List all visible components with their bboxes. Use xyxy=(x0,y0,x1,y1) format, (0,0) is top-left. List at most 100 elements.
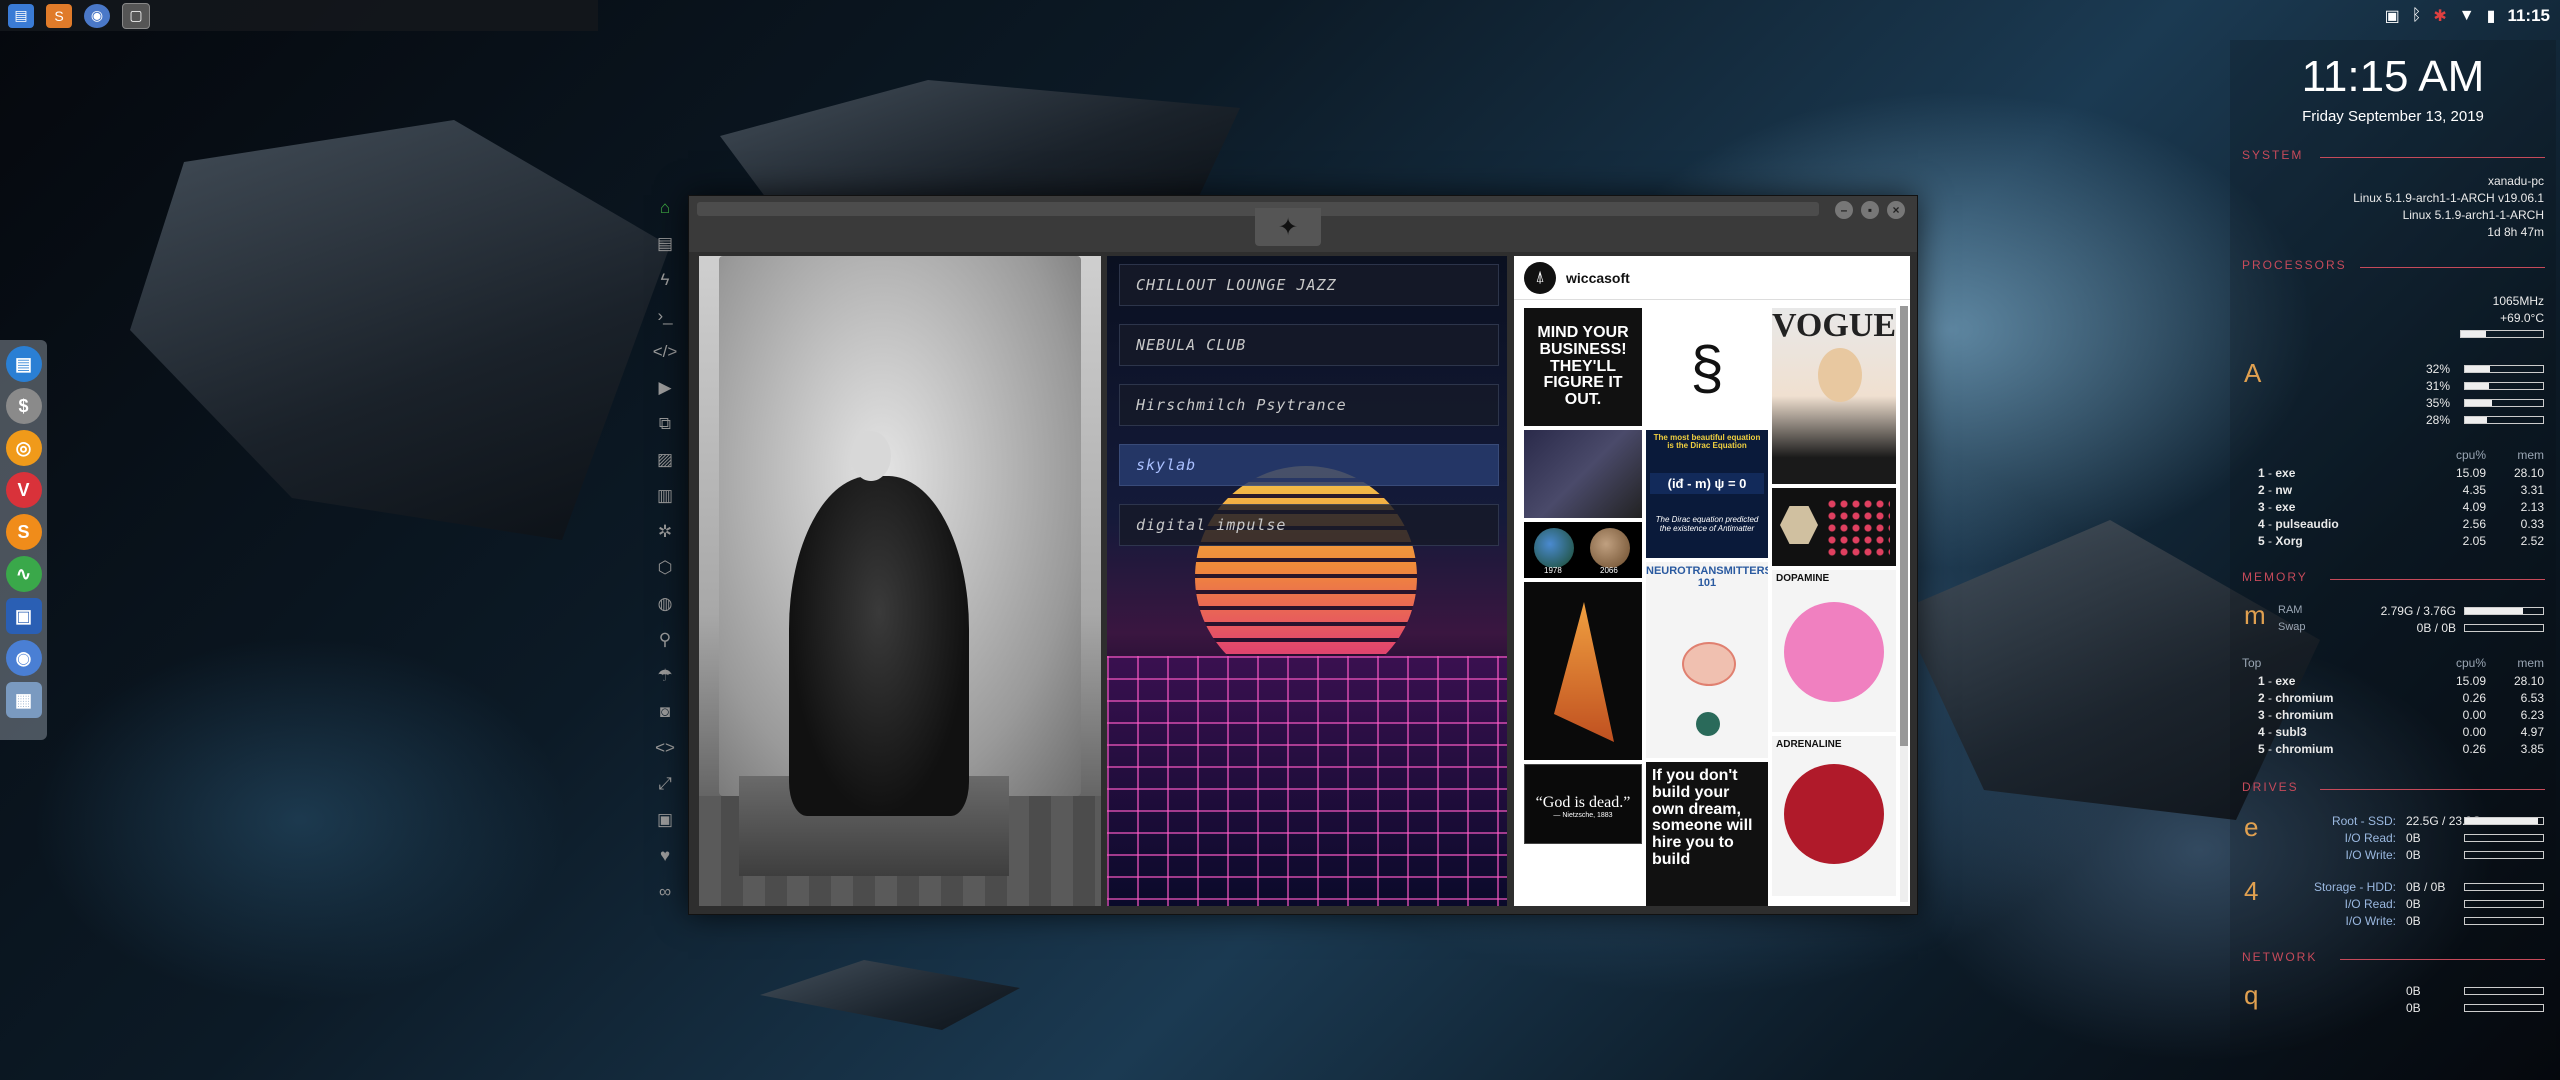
retro-sun xyxy=(1195,466,1417,688)
screenshot-icon[interactable]: ▣ xyxy=(5,598,42,634)
battery-icon[interactable]: ▮ xyxy=(2487,6,2496,26)
bug-icon[interactable]: ✱ xyxy=(2433,6,2446,26)
minimize-button[interactable]: – xyxy=(1835,201,1853,219)
code-brackets-icon[interactable]: <> xyxy=(652,735,678,761)
taskbar: ▤ S ◉ ▢ xyxy=(0,0,598,31)
processors-heading: PROCESSORS xyxy=(2242,258,2347,272)
post-protest[interactable] xyxy=(1524,430,1642,518)
station-nebula[interactable]: NEBULA CLUB xyxy=(1119,324,1499,366)
storage-write: 0B xyxy=(2406,914,2421,928)
umbrella-icon[interactable]: ☂ xyxy=(652,663,678,689)
station-digital-impulse[interactable]: digital impulse xyxy=(1119,504,1499,546)
neuro-node xyxy=(1696,712,1720,736)
vivaldi-icon[interactable]: V xyxy=(5,472,42,508)
home-icon[interactable]: ⌂ xyxy=(652,195,678,221)
network-divider xyxy=(2340,959,2545,960)
youtube-icon[interactable]: ▣ xyxy=(652,807,678,833)
post-snake-art[interactable]: § xyxy=(1646,308,1768,426)
core-4-fill xyxy=(2465,417,2487,423)
money-icon[interactable]: $ xyxy=(5,388,42,424)
terminal-icon[interactable]: ›_ xyxy=(652,303,678,329)
globe-icon[interactable]: ◍ xyxy=(652,591,678,617)
instagram-scrollbar-thumb[interactable] xyxy=(1900,306,1908,746)
post-mind-your-business[interactable]: MIND YOUR BUSINESS! THEY'LL FIGURE IT OU… xyxy=(1524,308,1642,426)
post-planets[interactable]: 1978 2066 xyxy=(1524,522,1642,578)
station-skylab[interactable]: skylab xyxy=(1119,444,1499,486)
app-grid-icon[interactable]: ▦ xyxy=(5,682,42,718)
cpu-temp: +69.0°C xyxy=(2500,311,2544,325)
dot-grid xyxy=(1826,498,1890,556)
system-monitor-icon[interactable]: ∿ xyxy=(5,556,42,592)
photo-panel xyxy=(699,256,1101,906)
close-button[interactable]: × xyxy=(1887,201,1905,219)
chrome-icon[interactable]: ◉ xyxy=(5,640,42,676)
post-mind-text: MIND YOUR BUSINESS! THEY'LL FIGURE IT OU… xyxy=(1537,324,1629,409)
newspaper-icon[interactable]: ▥ xyxy=(652,483,678,509)
hexagon-icon[interactable]: ⬡ xyxy=(652,555,678,581)
ubuntu-icon[interactable]: ◎ xyxy=(5,430,42,466)
window-titlebar[interactable]: ✦ – ▪ × xyxy=(689,196,1917,252)
network-up-bar xyxy=(2464,1004,2544,1012)
root-write: 0B xyxy=(2406,848,2421,862)
sublime-text-icon[interactable]: S xyxy=(46,3,72,28)
kernel2-row: Linux 5.1.9-arch1-1-ARCH xyxy=(2242,208,2544,222)
chromium-icon[interactable]: ◉ xyxy=(84,3,110,28)
mem-top-row-4: 4 - subl3 0.00 4.97 xyxy=(2258,725,2544,739)
instagram-username[interactable]: wiccasoft xyxy=(1566,270,1630,286)
station-psytrance[interactable]: Hirschmilch Psytrance xyxy=(1119,384,1499,426)
code-icon[interactable]: </> xyxy=(652,339,678,365)
lightning-icon[interactable]: ϟ xyxy=(652,267,678,293)
folder-icon[interactable]: ▤ xyxy=(8,3,34,28)
profile-avatar[interactable]: ⍋ xyxy=(1524,261,1556,294)
planet-earth xyxy=(1534,528,1574,568)
root-write-bar xyxy=(2464,851,2544,859)
image-icon[interactable]: ▣ xyxy=(2385,6,2400,26)
post-dots[interactable] xyxy=(1772,488,1896,566)
snake-icon: § xyxy=(1690,333,1724,401)
jupiter-triangle xyxy=(1554,602,1614,742)
storage-write-label: I/O Write: xyxy=(2345,914,2396,928)
swap-label: Swap xyxy=(2278,621,2306,633)
maximize-button[interactable]: ▪ xyxy=(1861,201,1879,219)
wallpaper-ship-small xyxy=(760,960,1020,1030)
mem-top-row-3: 3 - chromium 0.00 6.23 xyxy=(2258,708,2544,722)
post-dopamine[interactable]: DOPAMINE xyxy=(1772,570,1896,732)
tray-clock[interactable]: 11:15 xyxy=(2507,6,2550,26)
memory-divider xyxy=(2330,579,2545,580)
post-dirac[interactable]: The most beautiful equation is the Dirac… xyxy=(1646,430,1768,558)
hostname: xanadu-pc xyxy=(2487,174,2544,188)
cpu-top-row-5: 5 - Xorg 2.05 2.52 xyxy=(2258,534,2544,548)
heart-icon[interactable]: ♥ xyxy=(652,843,678,869)
expand-icon[interactable]: ⤢ xyxy=(652,771,678,797)
dopamine-molecule xyxy=(1784,602,1884,702)
system-divider xyxy=(2320,157,2545,158)
image-icon[interactable]: ▨ xyxy=(652,447,678,473)
radio-panel: CHILLOUT LOUNGE JAZZ NEBULA CLUB Hirschm… xyxy=(1107,256,1507,906)
post-neurotransmitters[interactable]: NEUROTRANSMITTERS 101 xyxy=(1646,562,1768,758)
files-icon[interactable]: ▤ xyxy=(5,346,42,382)
sublime-icon[interactable]: S xyxy=(5,514,42,550)
document-icon[interactable]: ▤ xyxy=(652,231,678,257)
neuro-title: NEUROTRANSMITTERS 101 xyxy=(1646,565,1768,589)
bluetooth-icon[interactable]: ᛒ xyxy=(2412,7,2422,25)
wifi-icon[interactable]: ▼ xyxy=(2459,7,2475,25)
tag-icon[interactable]: ⧉ xyxy=(652,411,678,437)
contact-icon[interactable]: ◙ xyxy=(652,699,678,725)
post-jupiter[interactable] xyxy=(1524,582,1642,760)
app-dock: ▤ $ ◎ V S ∿ ▣ ◉ ▦ xyxy=(0,340,47,740)
network-heading: NETWORK xyxy=(2242,950,2318,964)
post-vogue[interactable]: VOGUE xyxy=(1772,308,1896,484)
settings-icon[interactable]: ✲ xyxy=(652,519,678,545)
adrenaline-molecule xyxy=(1784,764,1884,864)
rebel-emblem-icon[interactable]: ✦ xyxy=(1255,208,1321,246)
search-icon[interactable]: ⚲ xyxy=(652,627,678,653)
post-adrenaline[interactable]: ADRENALINE xyxy=(1772,736,1896,896)
wallpaper-ship-left xyxy=(130,120,670,540)
window-icon[interactable]: ▢ xyxy=(122,2,150,29)
play-icon[interactable]: ▶ xyxy=(652,375,678,401)
station-chillout[interactable]: CHILLOUT LOUNGE JAZZ xyxy=(1119,264,1499,306)
post-god-is-dead[interactable]: “God is dead.” — Nietzsche, 1883 xyxy=(1524,764,1642,844)
post-dream[interactable]: If you don't build your own dream, someo… xyxy=(1646,762,1768,906)
link-icon[interactable]: ∞ xyxy=(652,879,678,905)
kernel: Linux 5.1.9-arch1-1-ARCH v19.06.1 xyxy=(2353,191,2544,205)
